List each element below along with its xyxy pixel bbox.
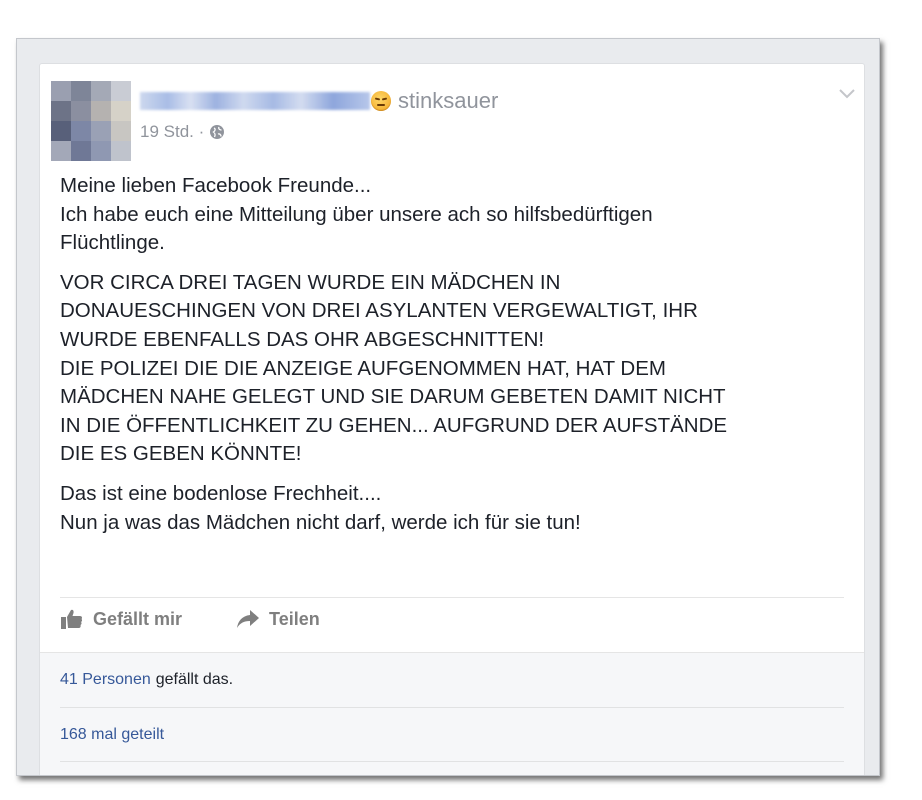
share-arrow-icon (237, 610, 260, 628)
globe-icon[interactable] (209, 124, 225, 140)
like-label: Gefällt mir (93, 608, 183, 629)
post-line: DONAUESCHINGEN VON DREI ASYLANTEN VERGEW… (60, 299, 698, 323)
post-line: DIE ES GEBEN KÖNNTE! (60, 442, 302, 466)
screenshot-frame: stinksauer 19 Std. · Meine lieben Facebo… (16, 38, 880, 776)
shares-count-link[interactable]: 168 mal geteilt (60, 726, 164, 744)
post-body: Meine lieben Facebook Freunde... Ich hab… (60, 172, 850, 548)
share-button[interactable]: Teilen (236, 608, 320, 630)
post-line: IN DIE ÖFFENTLICHKEIT ZU GEHEN... AUFGRU… (60, 413, 728, 437)
like-button[interactable]: Gefällt mir (60, 608, 182, 630)
angry-face-icon (371, 91, 391, 111)
author-name-blurred[interactable] (140, 92, 370, 110)
likes-count-link[interactable]: 41 Personen (60, 671, 151, 689)
post-meta: 19 Std. · (140, 122, 225, 142)
likes-suffix: gefällt das. (155, 671, 234, 688)
post-timestamp[interactable]: 19 Std. · (140, 122, 204, 142)
post-line: Meine lieben Facebook Freunde... (60, 174, 372, 197)
post-line: Ich habe euch eine Mitteilung über unser… (60, 202, 653, 226)
post-line: Flüchtlinge. (60, 231, 165, 255)
feeling-label: stinksauer (398, 88, 499, 113)
post-summary: 41 Personen gefällt das. 168 mal geteilt (40, 652, 864, 775)
facebook-post-card: stinksauer 19 Std. · Meine lieben Facebo… (39, 63, 865, 775)
post-line: Das ist eine bodenlose Frechheit.... (60, 481, 382, 505)
post-line: WURDE EBENFALLS DAS OHR ABGESCHNITTEN! (60, 327, 545, 351)
post-actions: Gefällt mir Teilen (60, 608, 320, 630)
post-line: MÄDCHEN NAHE GELEGT UND SIE DARUM GEBETE… (60, 385, 726, 409)
shares-summary: 168 mal geteilt (60, 707, 844, 762)
post-paragraph: VOR CIRCA DREI TAGEN WURDE EIN MÄDCHEN I… (60, 269, 850, 469)
post-line: Nun ja was das Mädchen nicht darf, werde… (60, 510, 581, 534)
avatar[interactable] (51, 81, 131, 161)
divider (60, 761, 844, 762)
post-paragraph: Meine lieben Facebook Freunde... Ich hab… (60, 172, 850, 258)
share-label: Teilen (269, 608, 320, 629)
post-line: VOR CIRCA DREI TAGEN WURDE EIN MÄDCHEN I… (60, 270, 561, 294)
post-paragraph: Das ist eine bodenlose Frechheit.... Nun… (60, 480, 850, 537)
post-line: DIE POLIZEI DIE DIE ANZEIGE AUFGENOMMEN … (60, 356, 666, 380)
thumbs-up-icon (61, 609, 83, 629)
divider (60, 597, 844, 598)
likes-summary: 41 Personen gefällt das. (60, 653, 844, 707)
chevron-down-icon[interactable] (838, 88, 856, 100)
